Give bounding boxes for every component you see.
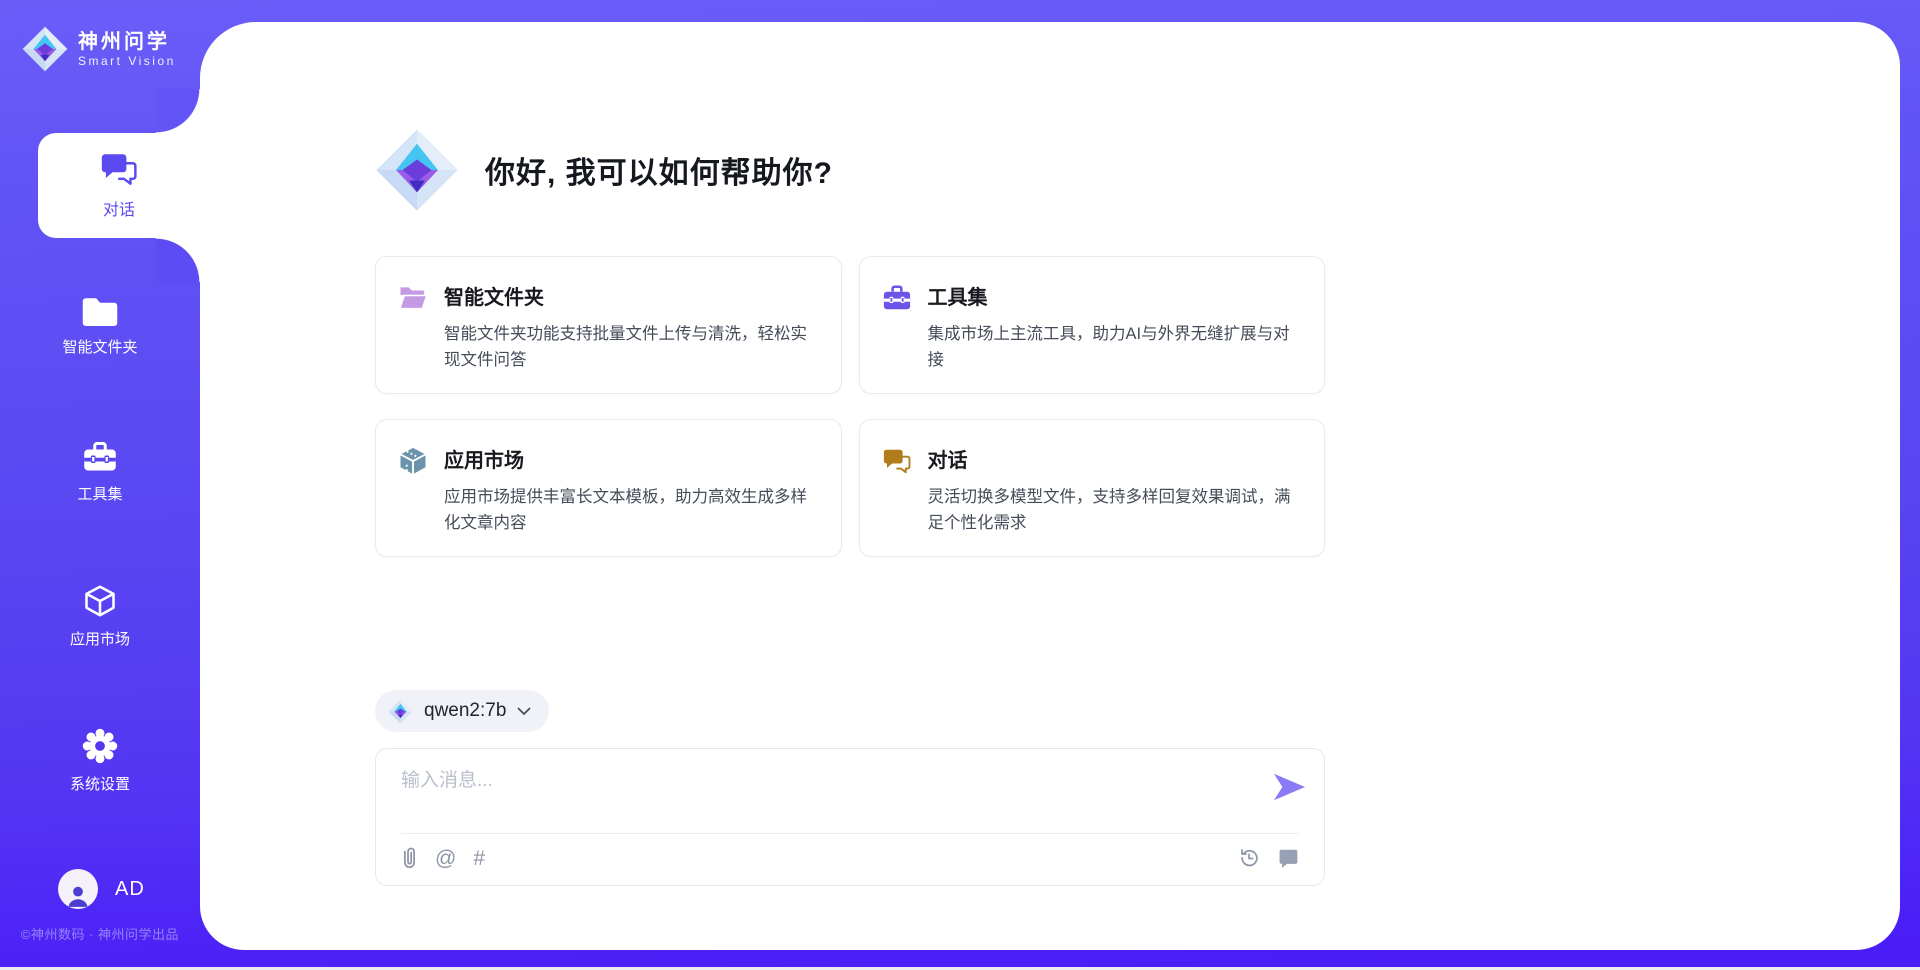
sidebar-item-label: 系统设置 — [70, 773, 130, 794]
card-title: 应用市场 — [444, 444, 815, 473]
message-composer: @ # — [375, 748, 1325, 886]
card-toolset[interactable]: 工具集 集成市场上主流工具，助力AI与外界无缝扩展与对接 — [859, 256, 1326, 394]
card-app-market[interactable]: 应用市场 应用市场提供丰富长文本模板，助力高效生成多样化文章内容 — [375, 419, 842, 557]
card-description: 集成市场上主流工具，助力AI与外界无缝扩展与对接 — [928, 321, 1299, 373]
paperclip-icon[interactable] — [401, 846, 418, 870]
sidebar-item-label: 工具集 — [77, 483, 122, 504]
copyright: ©神州数码 · 神州问学出品 — [0, 924, 200, 943]
greeting-diamond-logo-icon — [375, 128, 459, 212]
send-button[interactable] — [1272, 771, 1308, 803]
cube-icon — [82, 583, 118, 619]
card-title: 智能文件夹 — [444, 281, 815, 310]
gear-icon — [82, 728, 118, 764]
brand-tagline: Smart Vision — [78, 54, 176, 68]
send-icon — [1272, 772, 1306, 802]
sidebar-item-settings[interactable]: 系统设置 — [0, 728, 200, 794]
toolbox-icon — [82, 440, 118, 474]
chat-bubbles-icon — [882, 446, 912, 476]
sidebar-item-toolset[interactable]: 工具集 — [0, 440, 200, 504]
chevron-down-icon — [517, 707, 531, 716]
card-title: 工具集 — [928, 281, 1299, 310]
active-tab-fillet-bottom — [156, 238, 200, 282]
brand: 神州问学 Smart Vision — [22, 26, 176, 72]
composer-divider — [401, 833, 1299, 834]
message-icon[interactable] — [1277, 847, 1299, 869]
card-description: 应用市场提供丰富长文本模板，助力高效生成多样化文章内容 — [444, 484, 815, 536]
hash-icon[interactable]: # — [473, 848, 485, 869]
active-tab-fillet-top — [156, 89, 200, 133]
avatar — [58, 869, 98, 909]
greeting: 你好, 我可以如何帮助你? — [375, 128, 833, 212]
model-selector[interactable]: qwen2:7b — [375, 690, 549, 732]
sidebar-item-label: 应用市场 — [70, 628, 130, 649]
sidebar: 神州问学 Smart Vision 对话 智能文件夹 — [0, 0, 200, 970]
brand-diamond-logo-icon — [22, 26, 68, 72]
card-smart-folder[interactable]: 智能文件夹 智能文件夹功能支持批量文件上传与清洗，轻松实现文件问答 — [375, 256, 842, 394]
model-diamond-logo-icon — [388, 699, 413, 724]
feature-cards: 智能文件夹 智能文件夹功能支持批量文件上传与清洗，轻松实现文件问答 工具集 集成… — [375, 256, 1325, 557]
model-name: qwen2:7b — [424, 700, 506, 722]
sidebar-item-label: 对话 — [103, 196, 135, 220]
sidebar-item-smart-folder[interactable]: 智能文件夹 — [0, 295, 200, 357]
history-icon[interactable] — [1238, 847, 1260, 869]
card-description: 灵活切换多模型文件，支持多样回复效果调试，满足个性化需求 — [928, 484, 1299, 536]
message-input[interactable] — [401, 764, 1261, 798]
card-description: 智能文件夹功能支持批量文件上传与清洗，轻松实现文件问答 — [444, 321, 815, 373]
brand-name: 神州问学 — [78, 31, 176, 54]
at-sign-icon[interactable]: @ — [435, 848, 456, 869]
greeting-title: 你好, 我可以如何帮助你? — [485, 148, 833, 192]
sidebar-item-chat[interactable]: 对话 — [38, 133, 200, 238]
toolbox-icon — [882, 283, 912, 313]
folder-icon — [82, 295, 118, 327]
composer-toolbar: @ # — [401, 846, 1299, 870]
user-name: AD — [115, 878, 145, 901]
sidebar-item-app-market[interactable]: 应用市场 — [0, 583, 200, 649]
person-icon — [65, 883, 91, 909]
card-chat[interactable]: 对话 灵活切换多模型文件，支持多样回复效果调试，满足个性化需求 — [859, 419, 1326, 557]
folder-open-icon — [398, 283, 428, 313]
chat-bubbles-icon — [99, 151, 139, 187]
user-menu[interactable]: AD — [58, 869, 145, 909]
card-title: 对话 — [928, 444, 1299, 473]
cube-icon — [398, 446, 428, 476]
sidebar-item-label: 智能文件夹 — [62, 336, 137, 357]
